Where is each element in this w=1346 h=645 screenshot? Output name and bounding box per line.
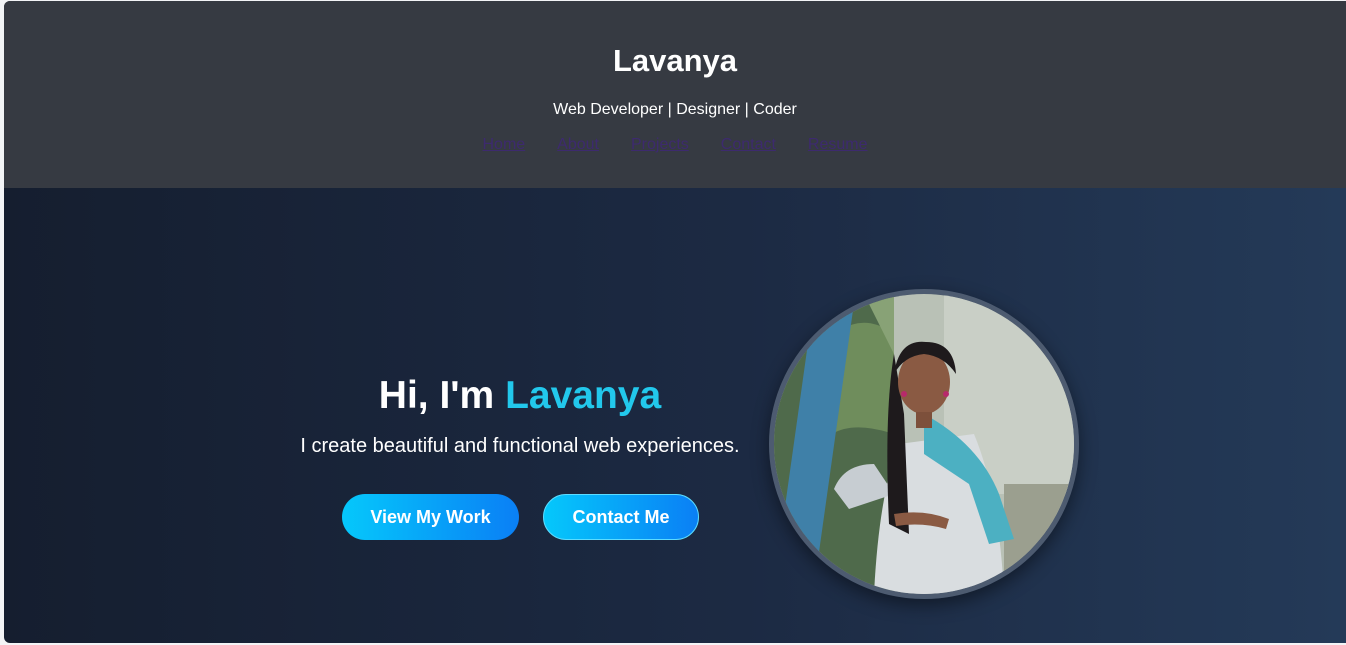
hero-section: Hi, I'm Lavanya I create beautiful and f… (4, 188, 1346, 643)
hero-name: Lavanya (505, 374, 662, 417)
site-header: Lavanya Web Developer | Designer | Coder… (4, 1, 1346, 188)
site-tagline: Web Developer | Designer | Coder (553, 101, 797, 118)
view-my-work-button[interactable]: View My Work (342, 494, 519, 540)
nav-contact-link[interactable]: Contact (721, 136, 776, 154)
profile-photo-image (774, 294, 1074, 594)
nav-projects-link[interactable]: Projects (631, 136, 689, 154)
hero-heading: Hi, I'm Lavanya (274, 374, 766, 418)
hero-greeting: Hi, I'm (378, 374, 495, 417)
nav-home-link[interactable]: Home (482, 136, 525, 154)
nav-about-link[interactable]: About (557, 136, 599, 154)
page: Lavanya Web Developer | Designer | Coder… (4, 1, 1346, 643)
hero-buttons: View My Work Contact Me (342, 494, 699, 540)
site-title: Lavanya (612, 43, 738, 78)
nav-resume-link[interactable]: Resume (808, 136, 868, 154)
hero-text: Hi, I'm Lavanya I create beautiful and f… (274, 374, 766, 540)
hero-subtitle: I create beautiful and functional web ex… (300, 435, 740, 457)
profile-photo (769, 289, 1079, 599)
main-nav: Home About Projects Contact Resume (4, 136, 1346, 154)
contact-me-button[interactable]: Contact Me (543, 494, 699, 540)
